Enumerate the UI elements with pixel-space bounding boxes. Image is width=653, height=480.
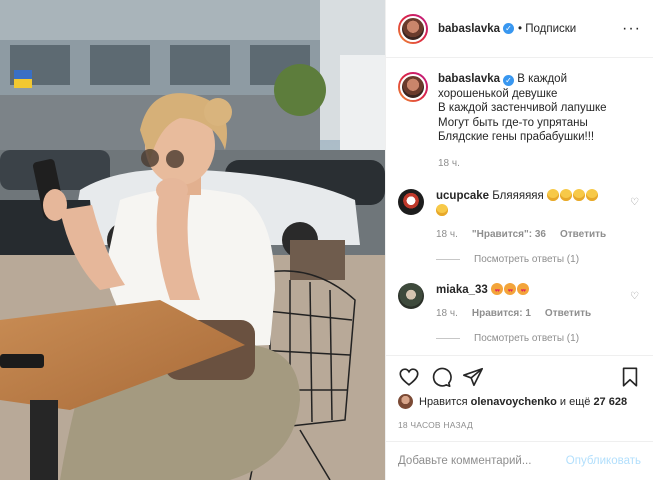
caption-line: Блядские гены прабабушки!!!	[438, 131, 595, 143]
comment-reply-button[interactable]: Ответить	[560, 229, 606, 240]
view-replies-button[interactable]: Посмотреть ответы (1)	[436, 333, 626, 344]
comment-time[interactable]: 18 ч.	[436, 229, 458, 240]
comment-avatar[interactable]	[398, 189, 424, 215]
comment-likes-button[interactable]: "Нравится": 36	[472, 229, 546, 240]
heart-eyes-emoji-icon	[491, 283, 503, 299]
laughing-emoji-icon	[546, 189, 559, 201]
comments-scroll[interactable]: babaslavka ✓ В каждой хорошенькой девушке…	[386, 58, 653, 356]
laughing-emoji-icon	[436, 204, 448, 216]
comment-meta: 18 ч. Нравится: 1 Ответить	[436, 308, 626, 319]
author-username[interactable]: babaslavka	[438, 23, 500, 35]
comment-content: Бляяяяяя	[492, 190, 544, 202]
likes-summary[interactable]: Нравится olenavoychenko и ещё 27 628	[398, 394, 627, 409]
caption-line: В каждой застенчивой лапушке	[438, 102, 607, 114]
laughing-emoji-icon	[585, 189, 598, 201]
comment-body: ucupcake Бляяяяяя 18 ч. "Нравится": 36 О…	[436, 189, 626, 265]
comment-item: ucupcake Бляяяяяя 18 ч. "Нравится": 36 О…	[398, 189, 641, 265]
post-header: babaslavka ✓ • Подписки ···	[386, 0, 653, 58]
post-sidebar: babaslavka ✓ • Подписки ··· babaslavka ✓ …	[385, 0, 653, 480]
post-image	[0, 0, 385, 480]
caption-time[interactable]: 18 ч.	[438, 157, 607, 172]
view-replies-button[interactable]: Посмотреть ответы (1)	[436, 254, 626, 265]
comment-username[interactable]: ucupcake	[436, 190, 489, 202]
share-paper-plane-icon[interactable]	[462, 366, 484, 388]
post-modal: babaslavka ✓ • Подписки ··· babaslavka ✓ …	[0, 0, 653, 480]
following-button[interactable]: • Подписки	[518, 23, 576, 35]
comment-avatar[interactable]	[398, 283, 424, 309]
comment-body: miaka_33 18 ч. Нравится: 1 Ответить Посм…	[436, 283, 626, 344]
comment-time[interactable]: 18 ч.	[436, 308, 458, 319]
liker-avatar[interactable]	[398, 394, 413, 409]
heart-eyes-emoji-icon	[504, 283, 516, 299]
publish-button[interactable]: Опубликовать	[566, 455, 641, 467]
add-comment-input[interactable]	[398, 455, 566, 467]
comment-text: ucupcake Бляяяяяя	[436, 189, 626, 219]
likes-count[interactable]: 27 628	[593, 396, 627, 408]
comment-text: miaka_33	[436, 283, 626, 299]
add-comment-bar: Опубликовать	[386, 441, 653, 480]
caption-line: хорошенькой девушке	[438, 87, 558, 100]
caption-avatar-ring[interactable]	[398, 72, 428, 102]
author-avatar-ring[interactable]	[398, 13, 428, 44]
caption: babaslavka ✓ В каждой хорошенькой девушке…	[398, 72, 641, 171]
comment-likes-button[interactable]: Нравится: 1	[472, 308, 531, 319]
verified-badge-icon: ✓	[503, 75, 515, 86]
comment-meta: 18 ч. "Нравится": 36 Ответить	[436, 229, 626, 240]
laughing-emoji-icon	[559, 189, 572, 201]
likes-prefix: Нравится	[419, 395, 468, 408]
laughing-emoji-icon	[572, 189, 585, 201]
author-avatar[interactable]	[400, 15, 426, 42]
comment-item: miaka_33 18 ч. Нравится: 1 Ответить Посм…	[398, 283, 641, 344]
replies-divider	[436, 259, 460, 260]
like-heart-icon[interactable]	[398, 366, 420, 388]
caption-line: В каждой	[517, 73, 567, 85]
post-actions	[398, 364, 641, 390]
heart-eyes-emoji-icon	[517, 283, 529, 299]
caption-avatar[interactable]	[400, 74, 426, 100]
likes-and: и ещё	[559, 395, 591, 408]
view-replies-label: Посмотреть ответы (1)	[474, 254, 580, 265]
view-replies-label: Посмотреть ответы (1)	[474, 333, 580, 344]
caption-text: babaslavka ✓ В каждой хорошенькой девушке…	[438, 72, 607, 171]
caption-username[interactable]: babaslavka	[438, 73, 500, 85]
more-dots-icon[interactable]: ···	[622, 20, 641, 36]
post-photo[interactable]	[0, 0, 385, 480]
comment-like-heart-icon[interactable]: ♡	[630, 291, 639, 302]
liker-username[interactable]: olenavoychenko	[471, 396, 557, 408]
caption-line: Могут быть где-то упрятаны	[438, 116, 588, 129]
bookmark-icon[interactable]	[619, 366, 641, 388]
verified-badge-icon: ✓	[503, 23, 515, 34]
replies-divider	[436, 338, 460, 339]
comment-username[interactable]: miaka_33	[436, 284, 488, 296]
comment-bubble-icon[interactable]	[430, 366, 452, 388]
comment-reply-button[interactable]: Ответить	[545, 308, 591, 319]
comment-like-heart-icon[interactable]: ♡	[630, 197, 639, 208]
post-timestamp[interactable]: 18 ЧАСОВ НАЗАД	[398, 420, 473, 430]
